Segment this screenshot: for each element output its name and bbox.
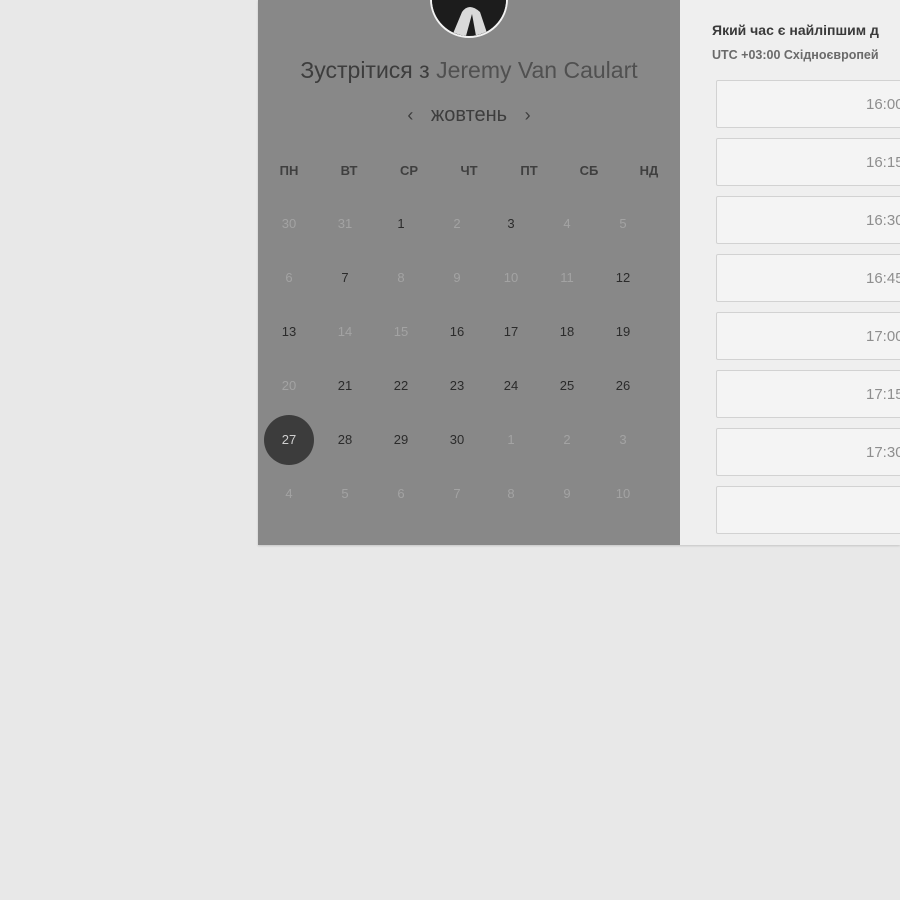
calendar-day: 9	[453, 270, 461, 285]
meeting-title: Зустрітися з Jeremy Van Caulart	[258, 57, 680, 84]
calendar-day: 2	[453, 216, 461, 231]
calendar-day: 3	[619, 432, 627, 447]
calendar-day[interactable]: 25	[542, 361, 592, 411]
calendar-day: 2	[563, 432, 571, 447]
calendar-day: 8	[507, 486, 515, 501]
calendar-day: 11	[560, 270, 574, 285]
host-name: Jeremy Van Caulart	[436, 57, 638, 83]
time-slot-button[interactable]	[716, 486, 900, 534]
calendar-day: 5	[619, 216, 627, 231]
calendar-day: 1	[507, 432, 515, 447]
calendar-day[interactable]: 3	[486, 199, 536, 249]
calendar-day: 6	[285, 270, 293, 285]
time-slot-label: 17:30	[866, 444, 900, 461]
time-slot-button[interactable]: 16:15	[716, 138, 900, 186]
weekday-label: ПН	[279, 163, 299, 178]
calendar-day[interactable]: 17	[486, 307, 536, 357]
calendar-day[interactable]: 16	[432, 307, 482, 357]
time-slot-button[interactable]: 17:15	[716, 370, 900, 418]
calendar-day: 10	[615, 486, 631, 501]
weekday-label: СБ	[579, 163, 599, 178]
time-question: Який час є найліпшим д	[712, 22, 879, 38]
calendar-day[interactable]: 21	[320, 361, 370, 411]
month-label: жовтень	[430, 104, 508, 126]
calendar-day[interactable]: 18	[542, 307, 592, 357]
calendar-day[interactable]: 24	[486, 361, 536, 411]
calendar-day[interactable]: 30	[432, 415, 482, 465]
prev-month-icon[interactable]: ‹	[395, 105, 425, 126]
weekday-header: ПН ВТ СР ЧТ ПТ СБ НД	[261, 163, 679, 181]
month-navigation: ‹ жовтень ›	[258, 104, 680, 127]
next-month-icon[interactable]: ›	[513, 105, 543, 126]
calendar-day: 31	[337, 216, 353, 231]
time-slot-button[interactable]: 16:45	[716, 254, 900, 302]
calendar-day-selected[interactable]: 27	[264, 415, 314, 465]
calendar-day: 8	[397, 270, 405, 285]
calendar-day: 15	[393, 324, 409, 339]
weekday-label: ПТ	[520, 163, 538, 178]
calendar-day[interactable]: 19	[598, 307, 648, 357]
calendar-panel: Зустрітися з Jeremy Van Caulart ‹ жовтен…	[258, 0, 680, 545]
calendar-day: 4	[285, 486, 293, 501]
weekday-label: ЧТ	[460, 163, 478, 178]
calendar-day[interactable]: 29	[376, 415, 426, 465]
calendar-day[interactable]: 22	[376, 361, 426, 411]
calendar-day[interactable]: 12	[598, 253, 648, 303]
weekday-label: НД	[639, 163, 659, 178]
time-slot-label: 17:00	[866, 328, 900, 345]
timezone-label: UTC +03:00 Східноєвропей	[712, 48, 879, 62]
title-prefix: Зустрітися з	[300, 57, 430, 83]
calendar-day: 10	[503, 270, 519, 285]
scheduler-card: Зустрітися з Jeremy Van Caulart ‹ жовтен…	[258, 0, 900, 545]
calendar-day[interactable]: 7	[320, 253, 370, 303]
time-slot-label: 16:00	[866, 96, 900, 113]
time-slot-button[interactable]: 17:30	[716, 428, 900, 476]
calendar-day[interactable]: 23	[432, 361, 482, 411]
calendar-day: 4	[563, 216, 571, 231]
calendar-day: 9	[563, 486, 571, 501]
weekday-label: ВТ	[340, 163, 358, 178]
calendar-day: 20	[281, 378, 297, 393]
time-slot-label: 16:45	[866, 270, 900, 287]
avatar-image	[432, 0, 506, 36]
time-slot-button[interactable]: 16:00	[716, 80, 900, 128]
calendar-day[interactable]: 26	[598, 361, 648, 411]
host-avatar	[430, 0, 508, 38]
calendar-day[interactable]: 28	[320, 415, 370, 465]
time-slot-label: 16:30	[866, 212, 900, 229]
weekday-label: СР	[399, 163, 419, 178]
calendar-day: 7	[453, 486, 461, 501]
calendar-day: 6	[397, 486, 405, 501]
calendar-day: 14	[337, 324, 353, 339]
calendar-day[interactable]: 1	[376, 199, 426, 249]
calendar-day[interactable]: 13	[264, 307, 314, 357]
time-slot-label: 16:15	[866, 154, 900, 171]
time-slot-button[interactable]: 17:00	[716, 312, 900, 360]
calendar-day: 5	[341, 486, 349, 501]
calendar-day: 30	[281, 216, 297, 231]
time-panel: Який час є найліпшим д UTC +03:00 Східно…	[680, 0, 900, 545]
time-slot-button[interactable]: 16:30	[716, 196, 900, 244]
time-slot-label: 17:15	[866, 386, 900, 403]
